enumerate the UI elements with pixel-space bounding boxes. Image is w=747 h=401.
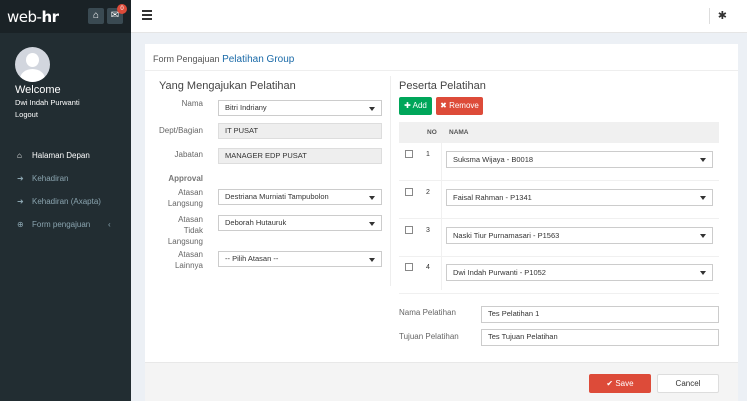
column-header-no: NO bbox=[427, 129, 437, 136]
row-checkbox[interactable] bbox=[405, 226, 413, 234]
peserta-select[interactable]: Dwi Indah Purwanti - P1052 bbox=[446, 264, 713, 281]
add-button[interactable]: ✚ Add bbox=[399, 97, 432, 115]
table-row: 4 Dwi Indah Purwanti - P1052 bbox=[399, 256, 719, 294]
sign-in-icon: ➜ bbox=[17, 197, 24, 206]
section-title-pengaju: Yang Mengajukan Pelatihan bbox=[159, 80, 296, 92]
sidebar-item-kehadiran[interactable]: ➜ Kehadiran bbox=[0, 168, 131, 190]
atasan-lainnya-select[interactable]: -- Pilih Atasan -- bbox=[218, 251, 382, 267]
save-button[interactable]: ✔ Save bbox=[589, 374, 651, 393]
sidebar-item-label: Form pengajuan bbox=[32, 220, 91, 229]
top-header: ✱ bbox=[131, 0, 747, 33]
jabatan-field: MANAGER EDP PUSAT bbox=[218, 148, 382, 164]
check-icon: ✔ bbox=[606, 379, 614, 388]
caret-down-icon bbox=[369, 258, 375, 262]
sidebar-item-label: Kehadiran bbox=[32, 174, 69, 183]
sidebar-item-label: Halaman Depan bbox=[32, 151, 90, 160]
nama-pelatihan-label: Nama Pelatihan bbox=[399, 308, 456, 317]
peserta-select[interactable]: Suksma Wijaya - B0018 bbox=[446, 151, 713, 168]
sidebar-item-halaman-depan[interactable]: ⌂ Halaman Depan bbox=[0, 145, 131, 167]
welcome-text: Welcome bbox=[15, 84, 61, 96]
envelope-icon[interactable]: ✉ 0 bbox=[107, 4, 127, 24]
nama-select[interactable]: Bitri Indriany bbox=[218, 100, 382, 116]
sign-in-icon: ➜ bbox=[17, 174, 24, 183]
gear-icon[interactable]: ✱ bbox=[718, 9, 727, 22]
nama-label: Nama bbox=[181, 99, 203, 108]
cancel-button[interactable]: Cancel bbox=[657, 374, 719, 393]
atasan-lainnya-label: Atasan Lainnya bbox=[174, 250, 203, 270]
dept-label: Dept/Bagian bbox=[158, 126, 203, 135]
table-row: 2 Faisal Rahman - P1341 bbox=[399, 181, 719, 219]
brand-bar: web-hr ⌂ ✉ 0 bbox=[0, 0, 131, 33]
caret-down-icon bbox=[369, 196, 375, 200]
caret-down-icon bbox=[700, 196, 706, 200]
user-name: Dwi Indah Purwanti bbox=[15, 98, 80, 107]
table-row: 1 Suksma Wijaya - B0018 bbox=[399, 143, 719, 181]
home-icon[interactable]: ⌂ bbox=[88, 8, 104, 24]
hamburger-icon[interactable] bbox=[142, 10, 152, 20]
row-number: 3 bbox=[426, 227, 430, 234]
section-title-peserta: Peserta Pelatihan bbox=[399, 80, 486, 92]
nama-pelatihan-input[interactable]: Tes Pelatihan 1 bbox=[481, 306, 719, 323]
sidebar-item-kehadiran-axapta[interactable]: ➜ Kehadiran (Axapta) bbox=[0, 191, 131, 213]
atasan-langsung-label: Atasan Langsung bbox=[167, 188, 203, 208]
column-header-nama: NAMA bbox=[449, 129, 469, 136]
plus-icon: ✚ bbox=[404, 101, 411, 110]
breadcrumb: Form Pengajuan Pelatihan Group bbox=[153, 54, 295, 65]
dept-field: IT PUSAT bbox=[218, 123, 382, 139]
sidebar-item-form-pengajuan[interactable]: ⊕ Form pengajuan ‹ bbox=[0, 214, 131, 236]
header-divider bbox=[709, 8, 710, 24]
table-header: NO NAMA bbox=[399, 122, 719, 143]
row-number: 1 bbox=[426, 151, 430, 158]
row-checkbox[interactable] bbox=[405, 188, 413, 196]
circle-plus-icon: ⊕ bbox=[17, 220, 24, 229]
caret-down-icon bbox=[369, 222, 375, 226]
tujuan-pelatihan-input[interactable]: Tes Tujuan Pelatihan bbox=[481, 329, 719, 346]
row-checkbox[interactable] bbox=[405, 150, 413, 158]
jabatan-label: Jabatan bbox=[174, 150, 203, 159]
approval-label: Approval bbox=[168, 174, 203, 183]
caret-down-icon bbox=[700, 234, 706, 238]
brand-logo[interactable]: web-hr bbox=[7, 8, 59, 26]
remove-button[interactable]: ✖ Remove bbox=[436, 97, 483, 115]
sidebar-item-label: Kehadiran (Axapta) bbox=[32, 197, 101, 206]
row-number: 4 bbox=[426, 264, 430, 271]
atasan-langsung-select[interactable]: Destriana Murniati Tampubolon bbox=[218, 189, 382, 205]
tujuan-pelatihan-label: Tujuan Pelatihan bbox=[399, 332, 459, 341]
logout-link[interactable]: Logout bbox=[15, 110, 38, 119]
caret-down-icon bbox=[369, 107, 375, 111]
caret-down-icon bbox=[700, 158, 706, 162]
atasan-tidak-langsung-select[interactable]: Deborah Hutauruk bbox=[218, 215, 382, 231]
divider bbox=[145, 70, 738, 71]
caret-down-icon bbox=[700, 271, 706, 275]
atasan-tidak-langsung-label: Atasan Tidak Langsung bbox=[167, 215, 203, 246]
avatar bbox=[15, 47, 50, 82]
peserta-select[interactable]: Naski Tiur Purnamasari - P1563 bbox=[446, 227, 713, 244]
peserta-select[interactable]: Faisal Rahman - P1341 bbox=[446, 189, 713, 206]
column-divider bbox=[390, 76, 391, 286]
home-icon: ⌂ bbox=[17, 151, 22, 160]
row-number: 2 bbox=[426, 189, 430, 196]
sidebar: web-hr ⌂ ✉ 0 Welcome Dwi Indah Purwanti L… bbox=[0, 0, 131, 401]
chevron-left-icon: ‹ bbox=[108, 220, 111, 229]
notification-badge: 0 bbox=[117, 4, 127, 14]
close-icon: ✖ bbox=[440, 101, 447, 110]
row-checkbox[interactable] bbox=[405, 263, 413, 271]
table-row: 3 Naski Tiur Purnamasari - P1563 bbox=[399, 219, 719, 257]
